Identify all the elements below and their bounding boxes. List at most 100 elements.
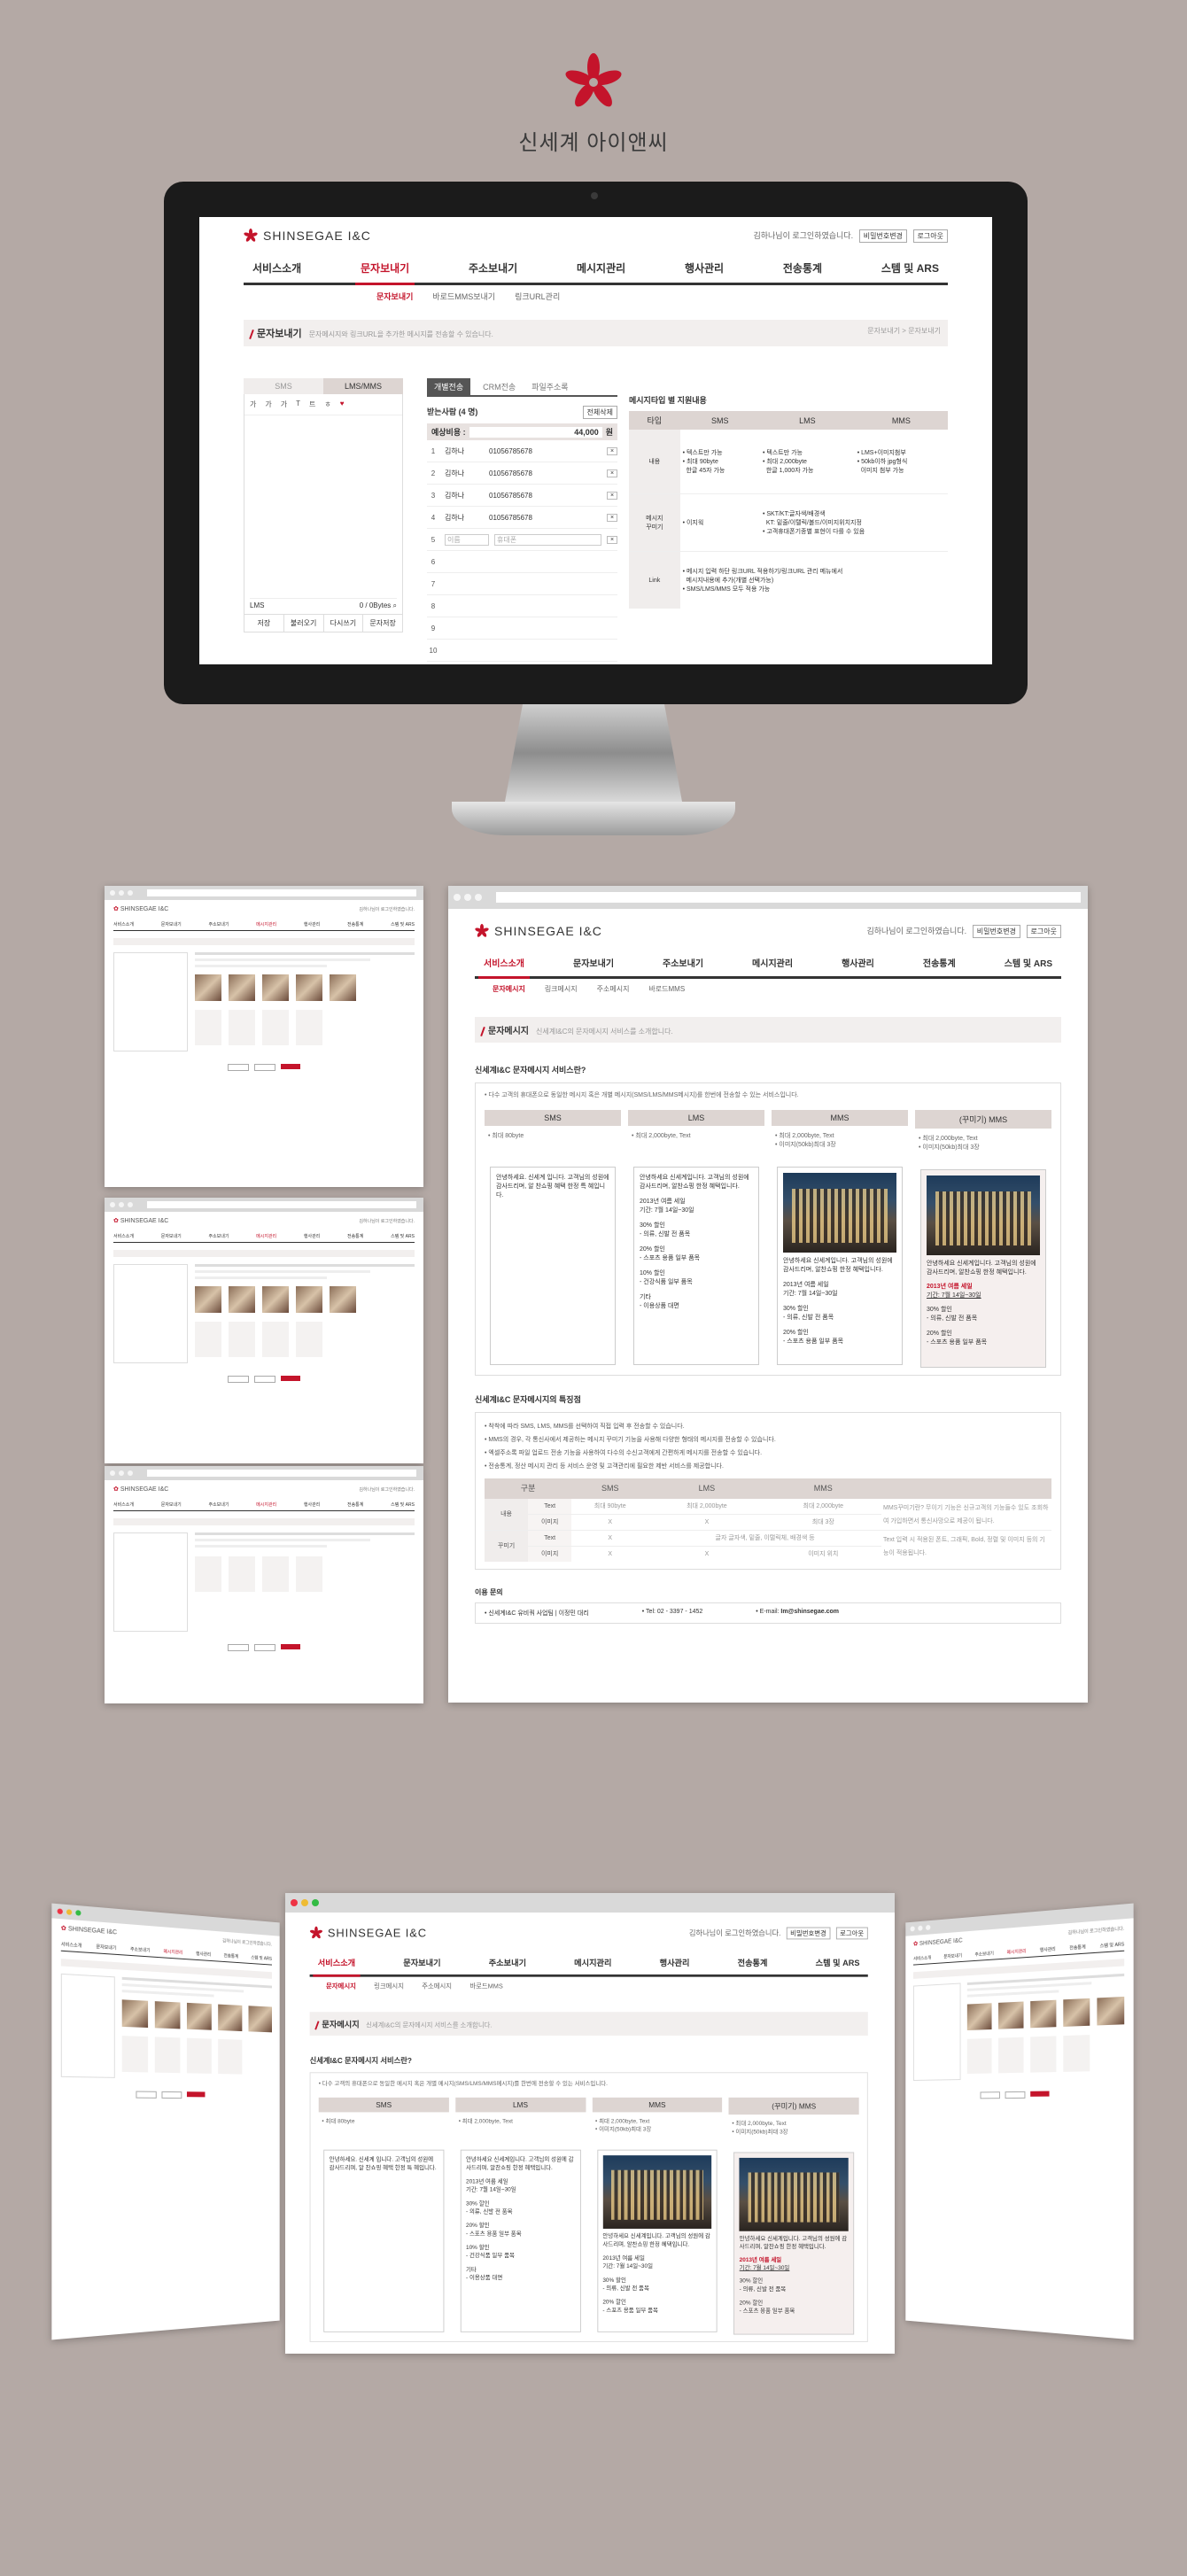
nav-item[interactable]: 문자보내기 [161, 1233, 182, 1239]
thumbnail[interactable] [1097, 1996, 1125, 2026]
receiver-phone[interactable]: 01056785678 [489, 514, 601, 522]
thumbnail[interactable] [295, 974, 322, 1001]
thumbnail[interactable] [228, 1286, 255, 1313]
receiver-name[interactable]: 이름 [445, 533, 489, 546]
nav-item[interactable]: 주소보내기 [208, 1233, 229, 1239]
sub-nav-item[interactable]: 주소메시지 [422, 1982, 452, 1990]
logout-button[interactable]: 로그아웃 [912, 229, 948, 243]
thumbnail[interactable] [194, 1286, 221, 1313]
sub-nav-item[interactable]: 링크메시지 [374, 1982, 404, 1990]
nav-item-active[interactable]: 서비스소개 [478, 956, 530, 979]
thumbnail[interactable] [329, 1286, 356, 1313]
rewrite-button[interactable]: 다시쓰기 [324, 615, 364, 632]
nav-item[interactable]: 주소보내기 [208, 921, 229, 927]
tab-file[interactable]: 파일주소록 [528, 378, 571, 395]
nav-item[interactable]: 메시지관리 [752, 956, 793, 969]
thumbnail[interactable] [329, 974, 356, 1001]
italic-button[interactable]: 가 [265, 400, 271, 409]
nav-item[interactable]: 서비스소개 [61, 1941, 82, 1949]
nav-item[interactable]: 행사관리 [660, 1956, 690, 1967]
receiver-phone[interactable]: 01056785678 [489, 492, 601, 500]
nav-item[interactable]: 문자보내기 [161, 921, 182, 927]
nav-item[interactable]: 주소보내기 [663, 956, 703, 969]
nav-item[interactable]: 메시지관리 [256, 921, 276, 927]
font-color-button[interactable]: 트 [309, 400, 315, 409]
logout-button[interactable]: 로그아웃 [835, 1927, 868, 1940]
save-button[interactable]: 저장 [244, 615, 284, 632]
thumbnail[interactable] [295, 1286, 322, 1313]
nav-item-active[interactable]: 서비스소개 [313, 1956, 361, 1977]
load-button[interactable]: 불러오기 [284, 615, 324, 632]
sub-nav-item[interactable]: 링크메시지 [545, 984, 578, 994]
nav-item[interactable]: 스템 및 ARS [391, 1233, 415, 1239]
nav-item[interactable]: 스템 및 ARS [816, 1956, 860, 1967]
nav-item[interactable]: 메시지관리 [577, 260, 625, 275]
message-editor[interactable]: 가 가 가 T 트 ㅎ ♥ LMS 0 / 0Bytes ⌕ [244, 394, 403, 615]
bold-button[interactable]: 가 [250, 400, 256, 409]
receiver-phone[interactable]: 01056785678 [489, 469, 601, 477]
emoji-button[interactable]: ♥ [340, 400, 345, 409]
nav-item[interactable]: 행사관리 [842, 956, 874, 969]
nav-item[interactable]: 전송통계 [224, 1952, 239, 1959]
nav-item[interactable]: 스템 및 ARS [881, 260, 939, 275]
site-logo[interactable]: SHINSEGAE I&C [244, 228, 371, 243]
nav-item[interactable]: 주소보내기 [208, 1501, 229, 1508]
nav-item-active[interactable]: 문자보내기 [354, 260, 415, 285]
sub-nav-item[interactable]: 문자메시지 [326, 1982, 356, 1990]
nav-item[interactable]: 주소보내기 [489, 1956, 526, 1967]
nav-item[interactable]: 전송통계 [738, 1956, 768, 1967]
site-logo-text[interactable]: SHINSEGAE I&C [328, 1926, 427, 1939]
thumbnail[interactable] [121, 1999, 149, 2029]
nav-item[interactable]: 서비스소개 [913, 1955, 931, 1962]
nav-item[interactable]: 문자보내기 [161, 1501, 182, 1508]
nav-item[interactable]: 메시지관리 [164, 1948, 183, 1956]
text-size-button[interactable]: T [296, 400, 300, 409]
thumbnail[interactable] [998, 2001, 1024, 2029]
receiver-name[interactable]: 김하나 [445, 491, 484, 500]
tab-lms-mms[interactable]: LMS/MMS [323, 378, 403, 394]
nav-item[interactable]: 서비스소개 [113, 1233, 134, 1239]
nav-item[interactable]: 주소보내기 [130, 1946, 150, 1954]
receiver-name[interactable]: 김하나 [445, 513, 484, 523]
receiver-phone[interactable]: 휴대폰 [494, 533, 601, 546]
nav-item[interactable]: 서비스소개 [113, 921, 134, 927]
nav-item[interactable]: 행사관리 [196, 1951, 211, 1958]
change-password-button[interactable]: 비밀번호변경 [858, 229, 907, 243]
nav-item[interactable]: 메시지관리 [574, 1956, 611, 1967]
sub-nav-item[interactable]: 문자보내기 [376, 291, 413, 302]
thumbnail[interactable] [966, 2003, 992, 2031]
tab-individual[interactable]: 개별전송 [427, 378, 471, 395]
thumbnail[interactable] [218, 2004, 243, 2032]
nav-item[interactable]: 문자보내기 [943, 1952, 962, 1959]
receiver-phone[interactable]: 01056785678 [489, 447, 601, 455]
tab-crm[interactable]: CRM전송 [479, 378, 519, 395]
thumbnail[interactable] [228, 974, 255, 1001]
nav-item[interactable]: 전송통계 [1069, 1944, 1085, 1951]
thumbnail[interactable] [261, 974, 289, 1001]
nav-item[interactable]: 전송통계 [347, 921, 363, 927]
sub-nav-item[interactable]: 바로드MMS보내기 [432, 291, 495, 302]
remove-receiver-icon[interactable]: × [607, 491, 617, 500]
nav-item[interactable]: 문자보내기 [573, 956, 614, 969]
nav-item[interactable]: 행사관리 [304, 1501, 320, 1508]
nav-item[interactable]: 스템 및 ARS [251, 1954, 272, 1961]
thumbnail[interactable] [248, 2006, 272, 2033]
nav-item[interactable]: 메시지관리 [1007, 1948, 1027, 1956]
nav-item[interactable]: 행사관리 [304, 1233, 320, 1239]
remove-receiver-icon[interactable]: × [607, 446, 617, 455]
receiver-name[interactable]: 김하나 [445, 469, 484, 478]
thumbnail[interactable] [154, 2001, 181, 2029]
sub-nav-item[interactable]: 문자메시지 [493, 984, 525, 994]
sub-nav-item[interactable]: 바로드MMS [469, 1982, 502, 1990]
nav-item[interactable]: 스템 및 ARS [1005, 956, 1052, 969]
delete-all-button[interactable]: 전체삭제 [582, 406, 617, 419]
receiver-name[interactable]: 김하나 [445, 446, 484, 456]
thumbnail[interactable] [186, 2002, 212, 2030]
nav-item[interactable]: 메시지관리 [256, 1501, 276, 1508]
nav-item[interactable]: 행사관리 [1040, 1946, 1056, 1953]
nav-item[interactable]: 스템 및 ARS [1100, 1941, 1125, 1949]
nav-item[interactable]: 행사관리 [304, 921, 320, 927]
nav-item[interactable]: 서비스소개 [113, 1501, 134, 1508]
thumbnail[interactable] [1030, 1999, 1057, 2029]
nav-item[interactable]: 서비스소개 [252, 260, 301, 275]
